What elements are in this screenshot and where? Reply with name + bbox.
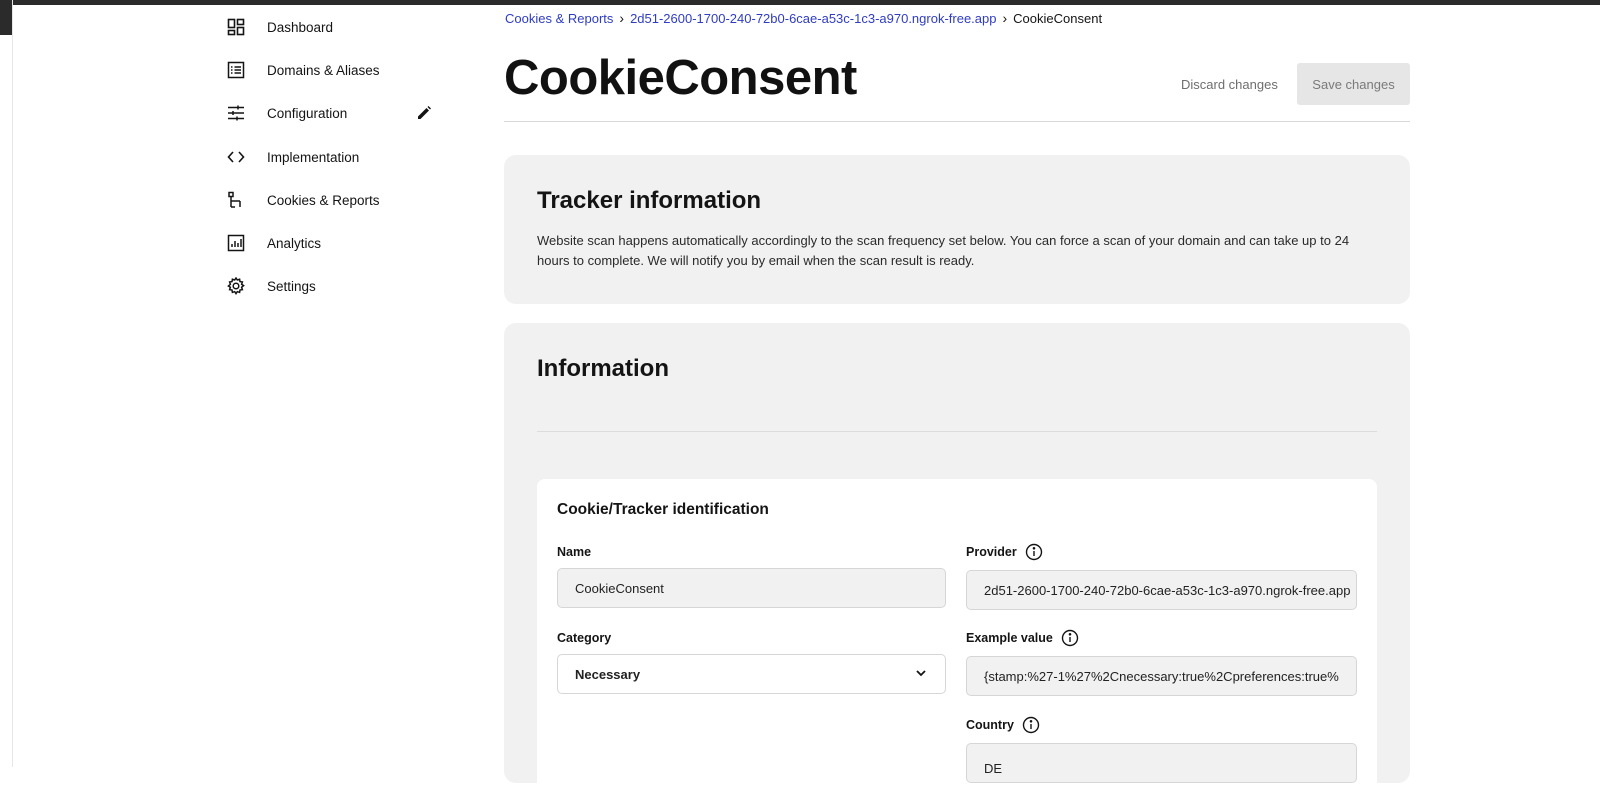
- category-label: Category: [557, 631, 611, 645]
- breadcrumb-link-domain[interactable]: 2d51-2600-1700-240-72b0-6cae-a53c-1c3-a9…: [630, 11, 996, 26]
- provider-field[interactable]: 2d51-2600-1700-240-72b0-6cae-a53c-1c3-a9…: [966, 570, 1357, 610]
- information-card: Information Cookie/Tracker identificatio…: [504, 323, 1410, 799]
- save-changes-button[interactable]: Save changes: [1297, 63, 1410, 105]
- sidebar-item-label: Domains & Aliases: [267, 62, 380, 78]
- information-divider: [537, 431, 1377, 432]
- code-icon: [225, 146, 247, 168]
- sliders-icon: [225, 102, 247, 124]
- sidebar-item-settings[interactable]: Settings: [225, 269, 445, 303]
- category-select[interactable]: Necessary: [557, 654, 946, 694]
- tracker-information-text: Website scan happens automatically accor…: [537, 233, 1350, 268]
- example-value-field-value: {stamp:%27-1%27%2Cnecessary:true%2Cprefe…: [984, 668, 1339, 684]
- provider-label-text: Provider: [966, 545, 1017, 559]
- chart-icon: [225, 232, 247, 254]
- info-icon[interactable]: [1025, 543, 1043, 561]
- sidebar-item-label: Analytics: [267, 235, 322, 251]
- sidebar-item-domains[interactable]: Domains & Aliases: [225, 53, 445, 87]
- breadcrumb-separator: ›: [619, 10, 625, 26]
- sidebar-item-label: Settings: [267, 278, 316, 294]
- window-top-bar: [0, 0, 1600, 5]
- sidebar-item-label: Configuration: [267, 105, 348, 121]
- left-edge-divider: [12, 0, 13, 767]
- information-heading: Information: [537, 355, 669, 382]
- breadcrumb-link-cookies-reports[interactable]: Cookies & Reports: [505, 11, 613, 26]
- name-field[interactable]: CookieConsent: [557, 568, 946, 608]
- info-icon[interactable]: [1061, 629, 1079, 647]
- title-divider: [504, 121, 1410, 122]
- provider-field-value: 2d51-2600-1700-240-72b0-6cae-a53c-1c3-a9…: [984, 582, 1351, 598]
- page-title: CookieConsent: [504, 51, 857, 105]
- sidebar-item-cookies-reports[interactable]: Cookies & Reports: [225, 183, 445, 217]
- info-icon[interactable]: [1022, 716, 1040, 734]
- sidebar-item-label: Cookies & Reports: [267, 192, 380, 208]
- tree-icon: [225, 189, 247, 211]
- tracker-information-card: Tracker information Website scan happens…: [504, 155, 1410, 304]
- example-value-label-text: Example value: [966, 631, 1053, 645]
- sidebar-item-analytics[interactable]: Analytics: [225, 226, 445, 260]
- example-value-label: Example value: [966, 629, 1079, 647]
- gear-icon: [225, 275, 247, 297]
- sidebar-item-label: Implementation: [267, 149, 360, 165]
- name-label-text: Name: [557, 545, 592, 559]
- category-label-text: Category: [557, 631, 612, 645]
- breadcrumb-separator: ›: [1002, 10, 1008, 26]
- sidebar-item-dashboard[interactable]: Dashboard: [225, 10, 445, 44]
- provider-label: Provider: [966, 543, 1043, 561]
- pencil-icon[interactable]: [413, 102, 435, 124]
- country-field[interactable]: DE: [966, 743, 1357, 783]
- list-icon: [225, 59, 247, 81]
- name-field-value: CookieConsent: [575, 580, 664, 596]
- dashboard-icon: [225, 16, 247, 38]
- breadcrumb: Cookies & Reports › 2d51-2600-1700-240-7…: [505, 10, 1102, 26]
- category-select-value: Necessary: [575, 666, 641, 682]
- breadcrumb-current: CookieConsent: [1013, 10, 1103, 26]
- cookie-identification-heading: Cookie/Tracker identification: [557, 501, 769, 518]
- sidebar-item-implementation[interactable]: Implementation: [225, 140, 445, 174]
- chevron-down-icon: [914, 666, 928, 683]
- country-field-value: DE: [984, 761, 1003, 776]
- example-value-field[interactable]: {stamp:%27-1%27%2Cnecessary:true%2Cprefe…: [966, 656, 1357, 696]
- country-label-text: Country: [966, 718, 1014, 732]
- sidebar-item-label: Dashboard: [267, 19, 334, 35]
- name-label: Name: [557, 545, 591, 559]
- tracker-information-heading: Tracker information: [537, 187, 762, 214]
- cookie-identification-panel: Cookie/Tracker identification Name Cooki…: [537, 479, 1377, 799]
- sidebar-item-configuration[interactable]: Configuration: [225, 96, 445, 130]
- country-label: Country: [966, 716, 1040, 734]
- discard-changes-button[interactable]: Discard changes: [1173, 63, 1286, 105]
